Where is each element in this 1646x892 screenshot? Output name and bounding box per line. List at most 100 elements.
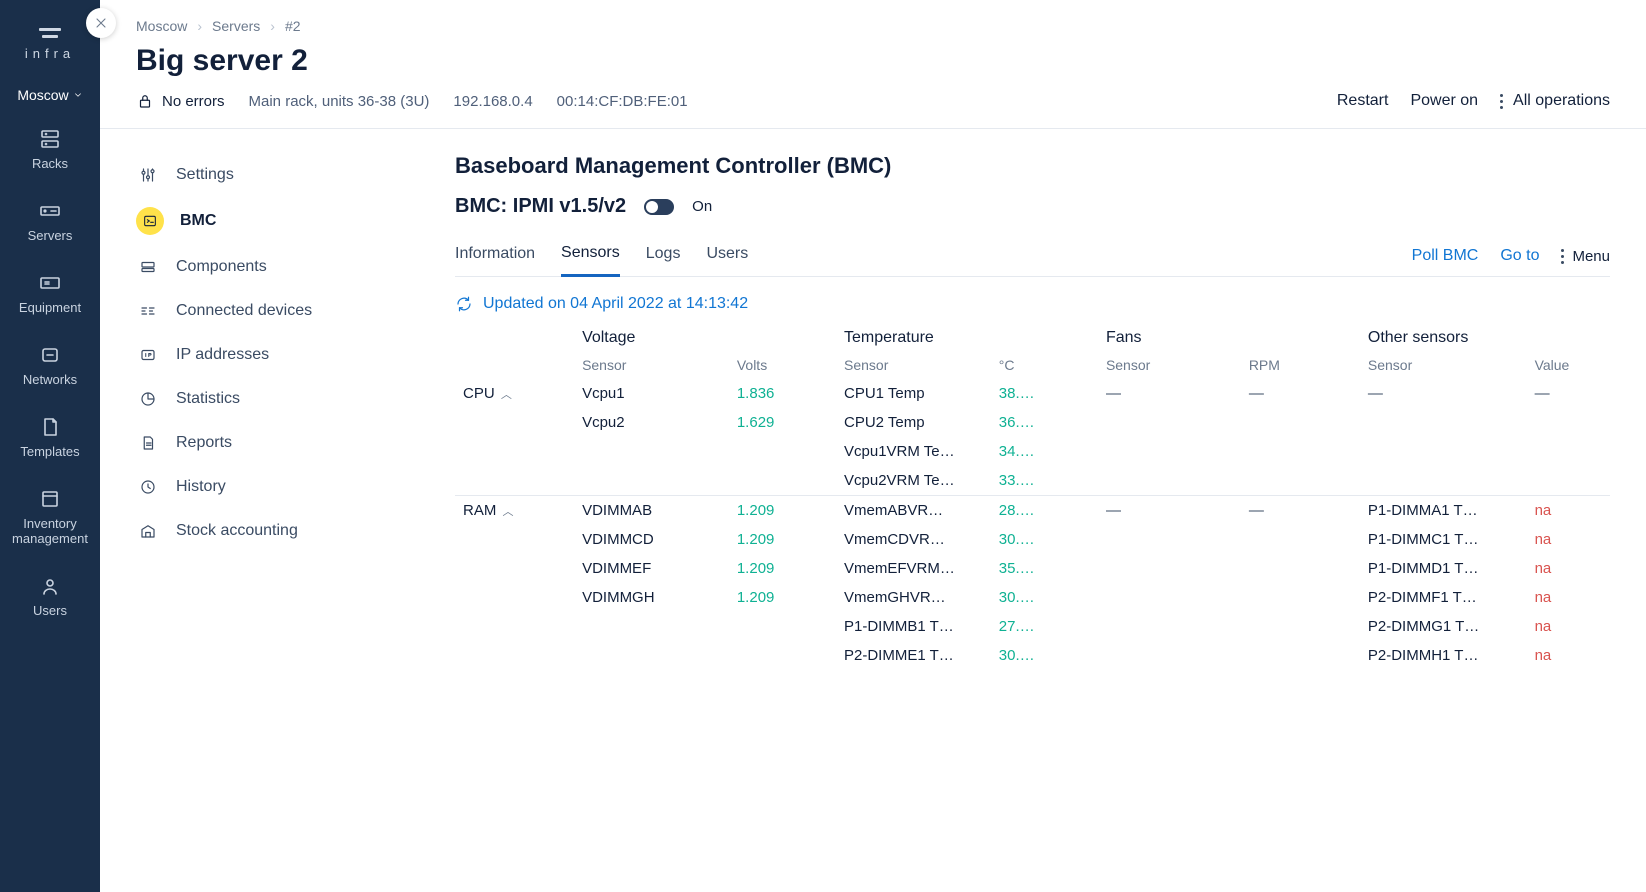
sensor-value: 30.…: [991, 641, 1098, 670]
terminal-icon: [142, 213, 158, 229]
rail-item-racks[interactable]: Racks: [0, 123, 100, 175]
main: Moscow› Servers› #2 Big server 2 No erro…: [100, 0, 1646, 892]
location-label: Moscow: [17, 87, 68, 103]
crumb-1[interactable]: Moscow: [136, 18, 187, 34]
bmc-panel: Baseboard Management Controller (BMC) BM…: [455, 129, 1646, 710]
sidemenu-settings[interactable]: Settings: [136, 153, 455, 197]
brand-name: infra: [25, 46, 75, 61]
power-on-button[interactable]: Power on: [1410, 92, 1478, 110]
meta-row: No errors Main rack, units 36-38 (3U) 19…: [136, 92, 1610, 128]
chevron-down-icon: [73, 90, 83, 100]
dots-icon: [1500, 94, 1503, 109]
bmc-device-line: BMC: IPMI v1.5/v2 On: [455, 195, 1610, 218]
updated-line[interactable]: Updated on 04 April 2022 at 14:13:42: [455, 295, 1610, 313]
all-operations-button[interactable]: All operations: [1500, 92, 1610, 110]
sidemenu-components[interactable]: Components: [136, 245, 455, 289]
col-fans: Fans: [1098, 323, 1241, 351]
sensor-table: Voltage Temperature Fans Other sensors S…: [455, 323, 1610, 670]
refresh-icon: [455, 295, 473, 313]
equipment-icon: [38, 271, 62, 295]
location-selector[interactable]: Moscow: [17, 87, 82, 103]
col-temperature: Temperature: [836, 323, 991, 351]
restart-button[interactable]: Restart: [1337, 92, 1389, 110]
sensor-value: na: [1527, 612, 1610, 641]
sensor-name: P2-DIMMG1 T…: [1360, 612, 1527, 641]
sensor-value: 30.…: [991, 525, 1098, 554]
crumb-3[interactable]: #2: [285, 18, 301, 34]
sidemenu-stock[interactable]: Stock accounting: [136, 509, 455, 553]
sensor-name: VmemEFVRM…: [836, 554, 991, 583]
goto-button[interactable]: Go to: [1500, 247, 1539, 265]
warehouse-icon: [139, 522, 157, 540]
panel-heading: Baseboard Management Controller (BMC): [455, 153, 1610, 179]
sensor-name: P1-DIMMB1 T…: [836, 612, 991, 641]
sidemenu-reports[interactable]: Reports: [136, 421, 455, 465]
sidemenu-history[interactable]: History: [136, 465, 455, 509]
tab-menu-button[interactable]: Menu: [1561, 248, 1610, 265]
inventory-icon: [38, 487, 62, 511]
sensor-value: 27.…: [991, 612, 1098, 641]
status-badge: No errors: [136, 92, 225, 110]
rail-item-networks[interactable]: Networks: [0, 339, 100, 391]
page-title: Big server 2: [136, 44, 1610, 78]
breadcrumb: Moscow› Servers› #2: [136, 18, 1610, 34]
brand: infra: [25, 28, 75, 61]
bmc-tabs: Information Sensors Logs Users Poll BMC …: [455, 236, 1610, 277]
rail-item-inventory[interactable]: Inventory management: [0, 483, 100, 550]
group-toggle-cpu[interactable]: CPU ︿: [455, 379, 574, 408]
sensor-value: na: [1527, 583, 1610, 612]
sensor-value: 1.209: [729, 583, 836, 612]
users-icon: [38, 574, 62, 598]
rail-item-equipment[interactable]: Equipment: [0, 267, 100, 319]
lock-icon: [136, 92, 154, 110]
sensor-name: CPU2 Temp: [836, 408, 991, 437]
sensor-value: 38.…: [991, 379, 1098, 408]
templates-icon: [38, 415, 62, 439]
poll-bmc-button[interactable]: Poll BMC: [1412, 247, 1479, 265]
sidemenu-connected[interactable]: Connected devices: [136, 289, 455, 333]
tab-sensors[interactable]: Sensors: [561, 236, 620, 277]
rail-item-users[interactable]: Users: [0, 570, 100, 622]
bmc-device: BMC: IPMI v1.5/v2: [455, 195, 626, 218]
meta-rack: Main rack, units 36-38 (3U): [249, 93, 430, 110]
servers-icon: [38, 199, 62, 223]
tab-users[interactable]: Users: [706, 237, 748, 275]
sensor-name: Vcpu2: [574, 408, 729, 437]
tab-logs[interactable]: Logs: [646, 237, 681, 275]
tab-information[interactable]: Information: [455, 237, 535, 275]
sidemenu-bmc[interactable]: BMC: [136, 197, 455, 245]
sidemenu-stats[interactable]: Statistics: [136, 377, 455, 421]
sensor-name: P2-DIMME1 T…: [836, 641, 991, 670]
crumb-2[interactable]: Servers: [212, 18, 260, 34]
sensor-name: VmemCDVR…: [836, 525, 991, 554]
sensor-name: Vcpu2VRM Te…: [836, 466, 991, 496]
brand-logo-icon: [25, 28, 75, 38]
sidemenu-ip[interactable]: IP addresses: [136, 333, 455, 377]
col-voltage: Voltage: [574, 323, 729, 351]
sensor-value: 1.209: [729, 554, 836, 583]
sensor-value: 34.…: [991, 437, 1098, 466]
sensor-name: Vcpu1VRM Te…: [836, 437, 991, 466]
col-other: Other sensors: [1360, 323, 1527, 351]
sensor-value: 1.209: [729, 525, 836, 554]
rail-item-servers[interactable]: Servers: [0, 195, 100, 247]
sensor-value: 35.…: [991, 554, 1098, 583]
sensor-name: P2-DIMMH1 T…: [1360, 641, 1527, 670]
sensor-name: VDIMMEF: [574, 554, 729, 583]
sensor-name: CPU1 Temp: [836, 379, 991, 408]
ip-icon: [139, 346, 157, 364]
sensor-name: P2-DIMMF1 T…: [1360, 583, 1527, 612]
side-menu: Settings BMC Components Connected device…: [100, 129, 455, 710]
connection-icon: [139, 302, 157, 320]
sensor-value: 36.…: [991, 408, 1098, 437]
racks-icon: [38, 127, 62, 151]
bmc-toggle[interactable]: [644, 199, 674, 215]
rail-item-templates[interactable]: Templates: [0, 411, 100, 463]
sensor-value: 30.…: [991, 583, 1098, 612]
sensor-name: VDIMMGH: [574, 583, 729, 612]
group-toggle-ram[interactable]: RAM ︿: [455, 496, 574, 526]
sensor-name: Vcpu1: [574, 379, 729, 408]
sensor-value: —: [1241, 379, 1360, 408]
sensor-name: VmemGHVR…: [836, 583, 991, 612]
sensor-name: VDIMMCD: [574, 525, 729, 554]
